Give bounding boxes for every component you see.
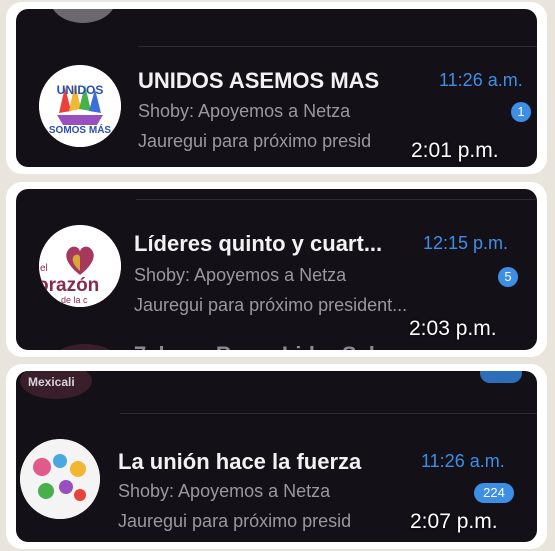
previous-unread-badge	[480, 371, 522, 383]
divider	[138, 46, 537, 47]
screenshot-card-1: UNIDOS SOMOS MÁS UNIDOS ASEMOS MAS 11:26…	[6, 2, 547, 174]
chat-time: 11:26 a.m.	[439, 70, 523, 90]
avatar-label-main: orazón	[39, 275, 100, 296]
collage-logo-icon	[20, 439, 100, 519]
chat-list-panel: Mexicali La unión hace la fuerza 11:26 a…	[16, 371, 537, 542]
next-chat-title-partial: 7alamo Borro Lider Sal	[134, 342, 375, 350]
group-avatar[interactable]: el orazón de la c	[39, 225, 121, 307]
screenshot-card-2: el orazón de la c Líderes quinto y cuart…	[6, 182, 547, 357]
chat-preview-line: Jauregui para próximo presid	[138, 131, 372, 151]
screenshot-card-3: Mexicali La unión hace la fuerza 11:26 a…	[6, 364, 547, 549]
chat-sender-line: Shoby: Apoyemos a Netza	[134, 265, 347, 285]
chat-title: La unión hace la fuerza	[118, 449, 362, 474]
screenshot-timestamp: 2:03 p.m.	[409, 317, 497, 340]
previous-chat-label: Mexicali	[28, 375, 75, 389]
previous-chat-avatar	[50, 9, 116, 23]
unread-badge: 5	[498, 267, 518, 287]
chat-preview-line: Jauregui para próximo president...	[134, 295, 408, 315]
divider	[120, 413, 537, 414]
next-chat-avatar	[50, 344, 120, 350]
chat-sender-line: Shoby: Apoyemos a Netza	[118, 481, 331, 501]
avatar-label-sub: de la c	[61, 295, 88, 305]
chat-time: 11:26 a.m.	[421, 451, 505, 471]
chat-row[interactable]: el orazón de la c Líderes quinto y cuart…	[16, 201, 537, 321]
chat-list-panel: el orazón de la c Líderes quinto y cuart…	[16, 189, 537, 350]
chat-preview-line: Jauregui para próximo presid	[118, 511, 352, 531]
avatar-label-top: UNIDOS	[56, 83, 104, 97]
screenshot-timestamp: 2:07 p.m.	[410, 510, 498, 533]
divider	[136, 199, 537, 200]
chat-title: UNIDOS ASEMOS MAS	[138, 68, 380, 93]
unread-badge: 1	[511, 102, 531, 122]
chat-list-panel: UNIDOS SOMOS MÁS UNIDOS ASEMOS MAS 11:26…	[16, 9, 537, 167]
group-avatar[interactable]: UNIDOS SOMOS MÁS	[39, 65, 121, 147]
unread-badge: 224	[474, 483, 514, 503]
chat-sender-line: Shoby: Apoyemos a Netza	[138, 101, 351, 121]
avatar-label-bottom: SOMOS MÁS	[48, 125, 112, 136]
chat-time: 12:15 p.m.	[423, 233, 509, 253]
group-avatar[interactable]	[20, 439, 100, 519]
screenshot-timestamp: 2:01 p.m.	[411, 139, 499, 162]
avatar-label-left: el	[40, 263, 48, 274]
chat-title: Líderes quinto y cuart...	[134, 231, 383, 256]
